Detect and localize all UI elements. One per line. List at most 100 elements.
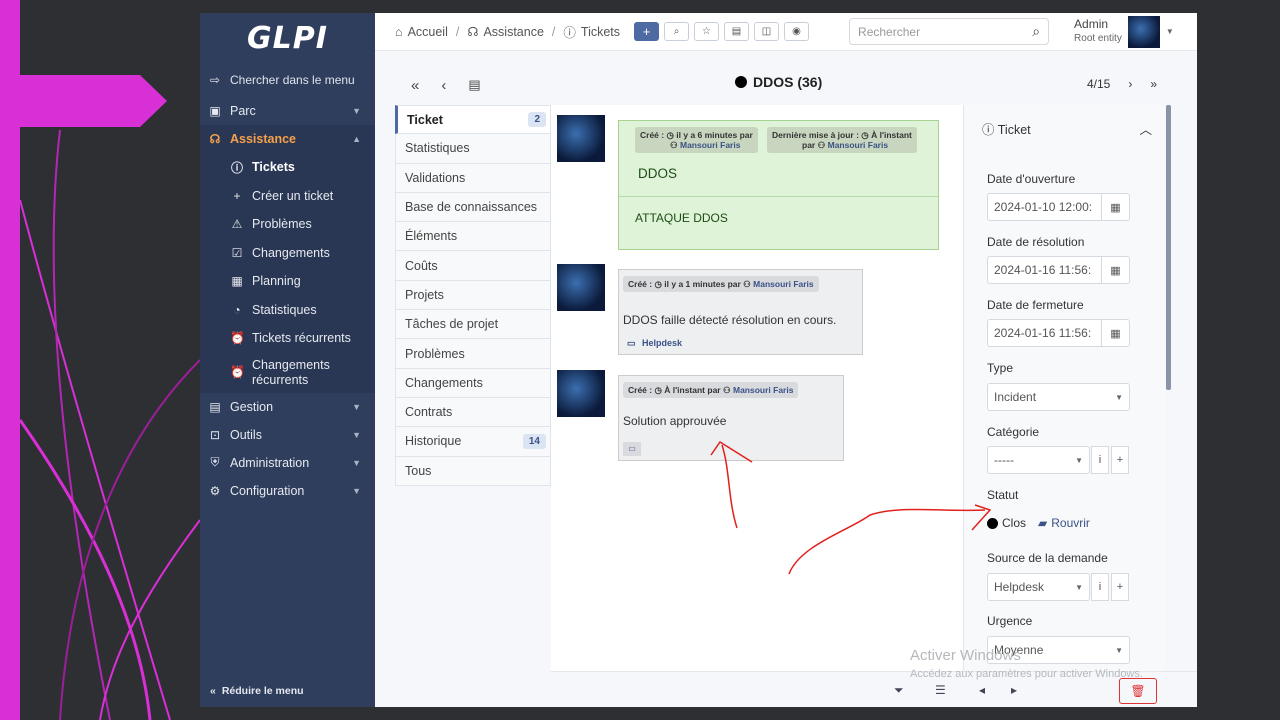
toolbar: + ⌕ ☆ ▤ ◫ ◉ [634,22,810,41]
sidebar-item-recurrent-changes[interactable]: ⏰ Changements récurrents [200,352,375,393]
tab-count-badge: 2 [528,112,546,128]
glpi-logo[interactable]: GLPI [200,13,375,63]
breadcrumb-assistance[interactable]: Assistance [483,25,543,39]
sidebar-item-planning[interactable]: ▦ Planning [200,267,375,296]
add-button[interactable]: + [634,22,660,41]
view-button[interactable]: ◉ [784,22,810,41]
tab-label: Éléments [405,229,458,244]
tab-9[interactable]: Changements [395,368,551,398]
closing-date-field[interactable]: 2024-01-16 11:56: ▦ [987,319,1130,347]
bookmark-button[interactable]: ☆ [694,22,720,41]
next-button[interactable]: › [1128,77,1132,91]
calendar-icon[interactable]: ▦ [1101,320,1129,346]
chevron-down-icon: ▼ [352,401,361,412]
tab-12[interactable]: Tous [395,456,551,486]
alarm-icon: ⏰ [230,365,245,379]
meta-author[interactable]: Mansouri Faris [753,279,813,289]
collapse-right-icon[interactable]: ▸ [1011,683,1017,697]
sidebar-item-statistics[interactable]: ◔ Statistiques [200,295,375,324]
breadcrumb-home[interactable]: Accueil [408,25,448,39]
sidebar-item-configuration[interactable]: ⚙ Configuration ▼ [200,477,375,505]
add-category-button[interactable]: + [1111,446,1129,474]
resolution-date-field[interactable]: 2024-01-16 11:56: ▦ [987,256,1130,284]
tab-6[interactable]: Projets [395,280,551,311]
sidebar-item-gestion[interactable]: ▤ Gestion ▼ [200,393,375,421]
sidebar-item-tickets[interactable]: ⓘ Tickets [200,153,375,182]
panel-header[interactable]: ⓘ Ticket ︿ [982,119,1152,138]
status-label: Statut [987,488,1019,502]
sidebar-item-outils[interactable]: ⊡ Outils ▼ [200,421,375,449]
tab-11[interactable]: Historique 14 [395,427,551,457]
status-text: Clos [1002,516,1027,530]
tab-5[interactable]: Coûts [395,251,551,281]
search-button[interactable]: ⌕ [664,22,690,41]
user-name: Admin [1074,17,1109,31]
ticket-title: DDOS (36) [735,74,822,90]
reopen-button[interactable]: ▰ Rouvrir [1038,516,1090,530]
list-view-button[interactable]: ▤ [468,77,480,94]
type-select[interactable]: Incident ▼ [987,383,1130,411]
tab-7[interactable]: Tâches de projet [395,310,551,340]
sidebar-item-changes[interactable]: ☑ Changements [200,238,375,267]
tab-label: Historique [405,434,462,449]
first-button[interactable]: « [411,77,419,94]
chevron-down-icon: ▼ [1165,27,1174,36]
meta-when: À l'instant par [664,385,721,395]
resolution-date-value: 2024-01-16 11:56: [994,263,1092,277]
filter-icon[interactable]: ⏷ [894,683,904,698]
sidebar-item-create-ticket[interactable]: + Créer un ticket [200,181,375,210]
sidebar-item-label: Changements récurrents [252,357,330,387]
tab-3[interactable]: Base de connaissances [395,192,551,223]
info-icon: i [1098,454,1102,466]
sidebar-item-problems[interactable]: ⚠ Problèmes [200,210,375,239]
tab-label: Validations [405,170,466,185]
last-button[interactable]: » [1150,77,1157,91]
info-button[interactable]: i [1091,446,1109,474]
tab-1[interactable]: Statistiques [395,134,551,164]
menu-search[interactable]: ⇨ Chercher dans le menu [200,63,375,97]
info-button[interactable]: i [1091,573,1109,601]
sidebar-item-assistance[interactable]: ☊ Assistance ▲ [200,125,375,153]
opening-date-field[interactable]: 2024-01-10 12:00: ▦ [987,193,1130,221]
meta-author[interactable]: Mansouri Faris [733,385,793,395]
global-search-input[interactable]: Rechercher ⌕ [849,18,1050,45]
chevron-down-icon: ▼ [352,106,361,116]
alarm-icon: ⏰ [230,331,245,346]
panel-scrollbar[interactable] [1166,105,1171,390]
source-select[interactable]: Helpdesk ▼ [987,573,1090,601]
headset-icon: ☊ [209,132,221,146]
template-button[interactable]: ▤ [724,22,750,41]
sidebar-item-recurrent-tickets[interactable]: ⏰ Tickets récurrents [200,324,375,353]
chevron-down-icon: ▼ [352,429,361,440]
calendar-icon[interactable]: ▦ [1101,257,1129,283]
tab-8[interactable]: Problèmes [395,339,551,369]
tab-2[interactable]: Validations [395,163,551,193]
type-value: Incident [994,390,1037,404]
avatar[interactable] [1127,15,1160,48]
tab-10[interactable]: Contrats [395,397,551,428]
breadcrumb-tickets[interactable]: Tickets [581,25,620,39]
divider [619,196,938,197]
breadcrumb: ⌂ Accueil / ☊ Assistance / ⓘ Tickets [375,22,620,41]
clock-icon: ◷ [666,130,674,140]
tab-4[interactable]: Éléments [395,222,551,252]
home-icon: ⌂ [395,24,403,39]
sidebar-item-parc[interactable]: ▣ Parc ▼ [200,97,375,125]
ticket-tabs: Ticket 2 Statistiques Validations Base de co… [395,105,551,486]
meta-label: Créé : [628,385,653,395]
search-icon: ⌕ [673,26,680,37]
tab-0[interactable]: Ticket 2 [395,105,551,135]
sidebar-item-administration[interactable]: ⛨ Administration ▼ [200,449,375,477]
category-select[interactable]: ----- ▼ [987,446,1090,474]
meta-author[interactable]: Mansouri Faris [828,140,888,150]
collapse-left-icon[interactable]: ◂ [979,683,985,697]
collapse-menu-button[interactable]: « Réduire le menu [210,685,304,697]
calendar-icon[interactable]: ▦ [1101,194,1129,220]
layout-button[interactable]: ◫ [754,22,780,41]
checklist-icon[interactable]: ☰ [935,683,946,697]
tab-label: Changements [405,375,483,390]
add-source-button[interactable]: + [1111,573,1129,601]
user-menu[interactable]: Admin Root entity ▼ [1074,15,1174,48]
previous-button[interactable]: ‹ [441,77,446,94]
meta-author[interactable]: Mansouri Faris [680,140,740,150]
